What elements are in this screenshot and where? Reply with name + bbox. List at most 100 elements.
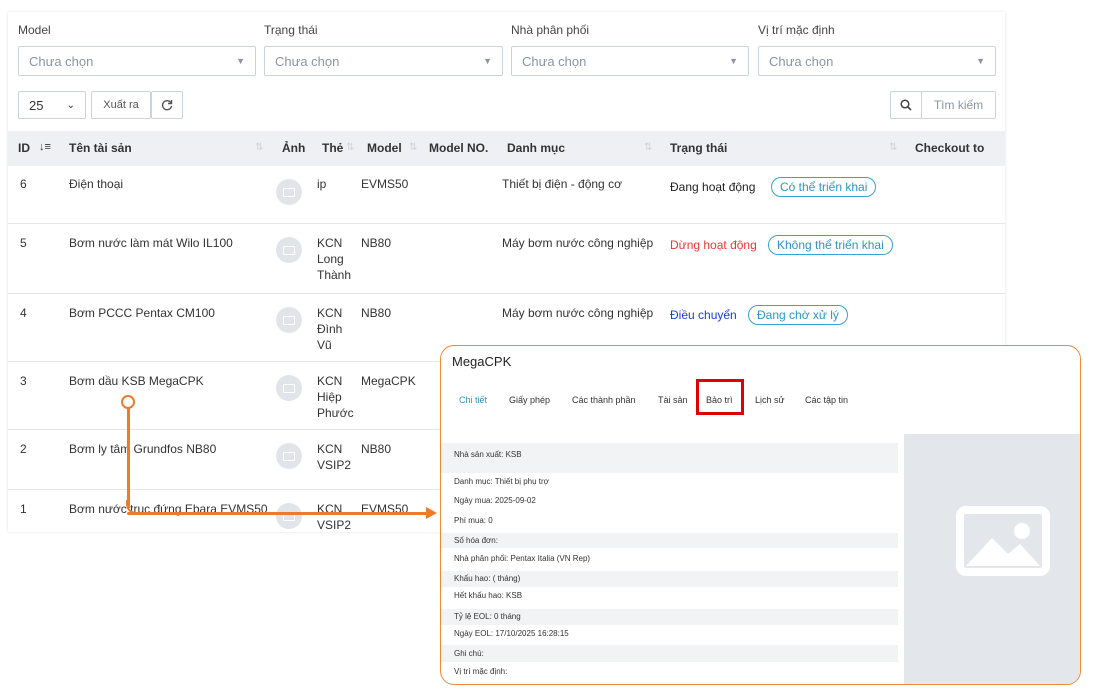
field-notes: Ghi chú:	[441, 645, 898, 662]
filter-select-default-location[interactable]: Chưa chọn ▼	[758, 46, 996, 76]
col-header-model-no[interactable]: Model NO.	[429, 141, 488, 155]
cell-id: 4	[20, 306, 27, 320]
image-placeholder-icon[interactable]	[276, 237, 302, 263]
sort-icon[interactable]: ⇅	[889, 142, 897, 153]
modal-title: MegaCPK	[452, 354, 512, 369]
cell-model[interactable]: NB80	[361, 441, 391, 457]
cell-category[interactable]: Máy bơm nước công nghiệp	[502, 235, 653, 251]
tab-details[interactable]: Chi tiết	[459, 395, 487, 405]
image-placeholder-icon[interactable]	[276, 307, 302, 333]
filter-select-distributor[interactable]: Chưa chọn ▼	[511, 46, 749, 76]
col-header-status[interactable]: Trạng thái	[670, 141, 727, 155]
search-input[interactable]: Tìm kiếm	[921, 91, 996, 119]
table-row[interactable]: 6 Điện thoại ip EVMS50 Thiết bị điện - đ…	[8, 166, 1005, 224]
field-category: Danh mục: Thiết bị phụ trợ	[454, 477, 549, 486]
col-header-checkout[interactable]: Checkout to	[915, 141, 984, 155]
field-purchase-date: Ngày mua: 2025-09-02	[454, 496, 536, 505]
col-header-id[interactable]: ID	[18, 141, 30, 155]
export-button[interactable]: Xuất ra	[91, 91, 151, 119]
status-label: Đang hoạt động	[670, 180, 756, 194]
tab-components[interactable]: Các thành phần	[572, 395, 636, 405]
export-label: Xuất ra	[103, 99, 139, 111]
status-label: Điều chuyển	[670, 308, 737, 322]
cell-asset-name[interactable]: Bơm nước trục đứng Ebara EVMS50	[69, 501, 268, 517]
status-badge: Đang chờ xử lý	[748, 305, 848, 325]
cell-model[interactable]: MegaCPK	[361, 373, 416, 389]
filter-label-distributor: Nhà phân phối	[511, 23, 590, 37]
select-placeholder: Chưa chọn	[29, 53, 94, 69]
filter-label-model: Model	[18, 23, 51, 37]
filter-select-status[interactable]: Chưa chọn ▼	[264, 46, 503, 76]
status-label: Dừng hoạt động	[670, 238, 757, 252]
cell-id: 2	[20, 442, 27, 456]
annotation-line-horizontal	[127, 512, 427, 515]
cell-asset-name[interactable]: Bơm PCCC Pentax CM100	[69, 305, 215, 321]
cell-model[interactable]: NB80	[361, 305, 391, 321]
arrowhead-icon	[426, 507, 437, 519]
cell-category[interactable]: Thiết bị điện - động cơ	[502, 176, 622, 192]
cell-asset-name[interactable]: Bơm dầu KSB MegaCPK	[69, 373, 204, 389]
chevron-down-icon: ▼	[483, 56, 492, 66]
sort-icon[interactable]: ⇅	[255, 142, 263, 153]
field-default-location: Vị trí mặc định:	[454, 667, 508, 676]
field-distributor: Nhà phân phối: Pentax Italia (VN Rep)	[454, 554, 591, 563]
tab-assets[interactable]: Tài sản	[658, 395, 688, 405]
col-header-name[interactable]: Tên tài sản	[69, 141, 132, 155]
sort-icon[interactable]: ⇅	[409, 142, 417, 153]
cell-tag[interactable]: KCN Hiệp Phước	[317, 373, 354, 421]
refresh-button[interactable]	[151, 91, 183, 119]
cell-asset-name[interactable]: Bơm ly tâm Grundfos NB80	[69, 441, 216, 457]
cell-id: 5	[20, 236, 27, 250]
select-placeholder: Chưa chọn	[769, 53, 834, 69]
field-manufacturer: Nhà sản xuất: KSB	[441, 443, 898, 473]
cell-id: 6	[20, 177, 27, 191]
image-placeholder-icon[interactable]	[276, 443, 302, 469]
cell-id: 3	[20, 374, 27, 388]
cell-category[interactable]: Máy bơm nước công nghiệp	[502, 305, 653, 321]
cell-model[interactable]: EVMS50	[361, 501, 408, 517]
col-header-image[interactable]: Ảnh	[282, 141, 305, 155]
cell-id: 1	[20, 502, 27, 516]
filter-label-status: Trạng thái	[264, 23, 318, 37]
cell-asset-name[interactable]: Điện thoại	[69, 176, 123, 192]
image-placeholder-icon[interactable]	[276, 503, 302, 529]
image-icon	[956, 506, 1050, 576]
page-size-value: 25	[29, 97, 44, 113]
search-button[interactable]	[890, 91, 922, 119]
image-placeholder-icon[interactable]	[276, 375, 302, 401]
tab-licenses[interactable]: Giấy phép	[509, 395, 550, 405]
highlight-box	[696, 379, 744, 415]
field-eol-date: Ngày EOL: 17/10/2025 16:28:15	[454, 629, 569, 638]
cell-tag[interactable]: KCN Long Thành	[317, 235, 351, 283]
table-header: ID ↓≡ Tên tài sản ⇅ Ảnh Thẻ ⇅ Model ⇅ Mo…	[8, 131, 1005, 166]
chevron-down-icon: ▼	[729, 56, 738, 66]
sort-desc-icon[interactable]: ↓≡	[39, 141, 51, 153]
cell-model[interactable]: NB80	[361, 235, 391, 251]
col-header-model[interactable]: Model	[367, 141, 402, 155]
chevron-down-icon: ⌄	[66, 99, 75, 111]
table-row[interactable]: 5 Bơm nước làm mát Wilo IL100 KCN Long T…	[8, 223, 1005, 294]
field-depreciation: Khấu hao: ( tháng)	[441, 571, 898, 587]
tab-files[interactable]: Các tập tin	[805, 395, 848, 405]
cell-model[interactable]: EVMS50	[361, 176, 408, 192]
image-placeholder-icon[interactable]	[276, 179, 302, 205]
tab-history[interactable]: Lịch sử	[755, 395, 785, 405]
field-invoice-number: Số hóa đơn:	[441, 533, 898, 548]
filter-select-model[interactable]: Chưa chọn ▼	[18, 46, 256, 76]
refresh-icon	[161, 100, 173, 111]
chevron-down-icon: ▼	[976, 56, 985, 66]
annotation-start-dot	[121, 395, 135, 409]
cell-tag[interactable]: ip	[317, 176, 326, 192]
cell-tag[interactable]: KCN Đình Vũ	[317, 305, 342, 353]
field-eol-rate: Tỷ lệ EOL: 0 tháng	[441, 609, 898, 625]
sort-icon[interactable]: ⇅	[346, 142, 354, 153]
search-placeholder: Tìm kiếm	[933, 98, 984, 112]
col-header-category[interactable]: Danh mục	[507, 141, 565, 155]
cell-tag[interactable]: KCN VSIP2	[317, 441, 351, 473]
sort-icon[interactable]: ⇅	[644, 142, 652, 153]
page-size-select[interactable]: 25 ⌄	[18, 91, 86, 119]
field-purchase-cost: Phí mua: 0	[454, 516, 493, 525]
col-header-tag[interactable]: Thẻ	[322, 141, 343, 155]
cell-tag[interactable]: KCN VSIP2	[317, 501, 351, 533]
cell-asset-name[interactable]: Bơm nước làm mát Wilo IL100	[69, 235, 233, 251]
